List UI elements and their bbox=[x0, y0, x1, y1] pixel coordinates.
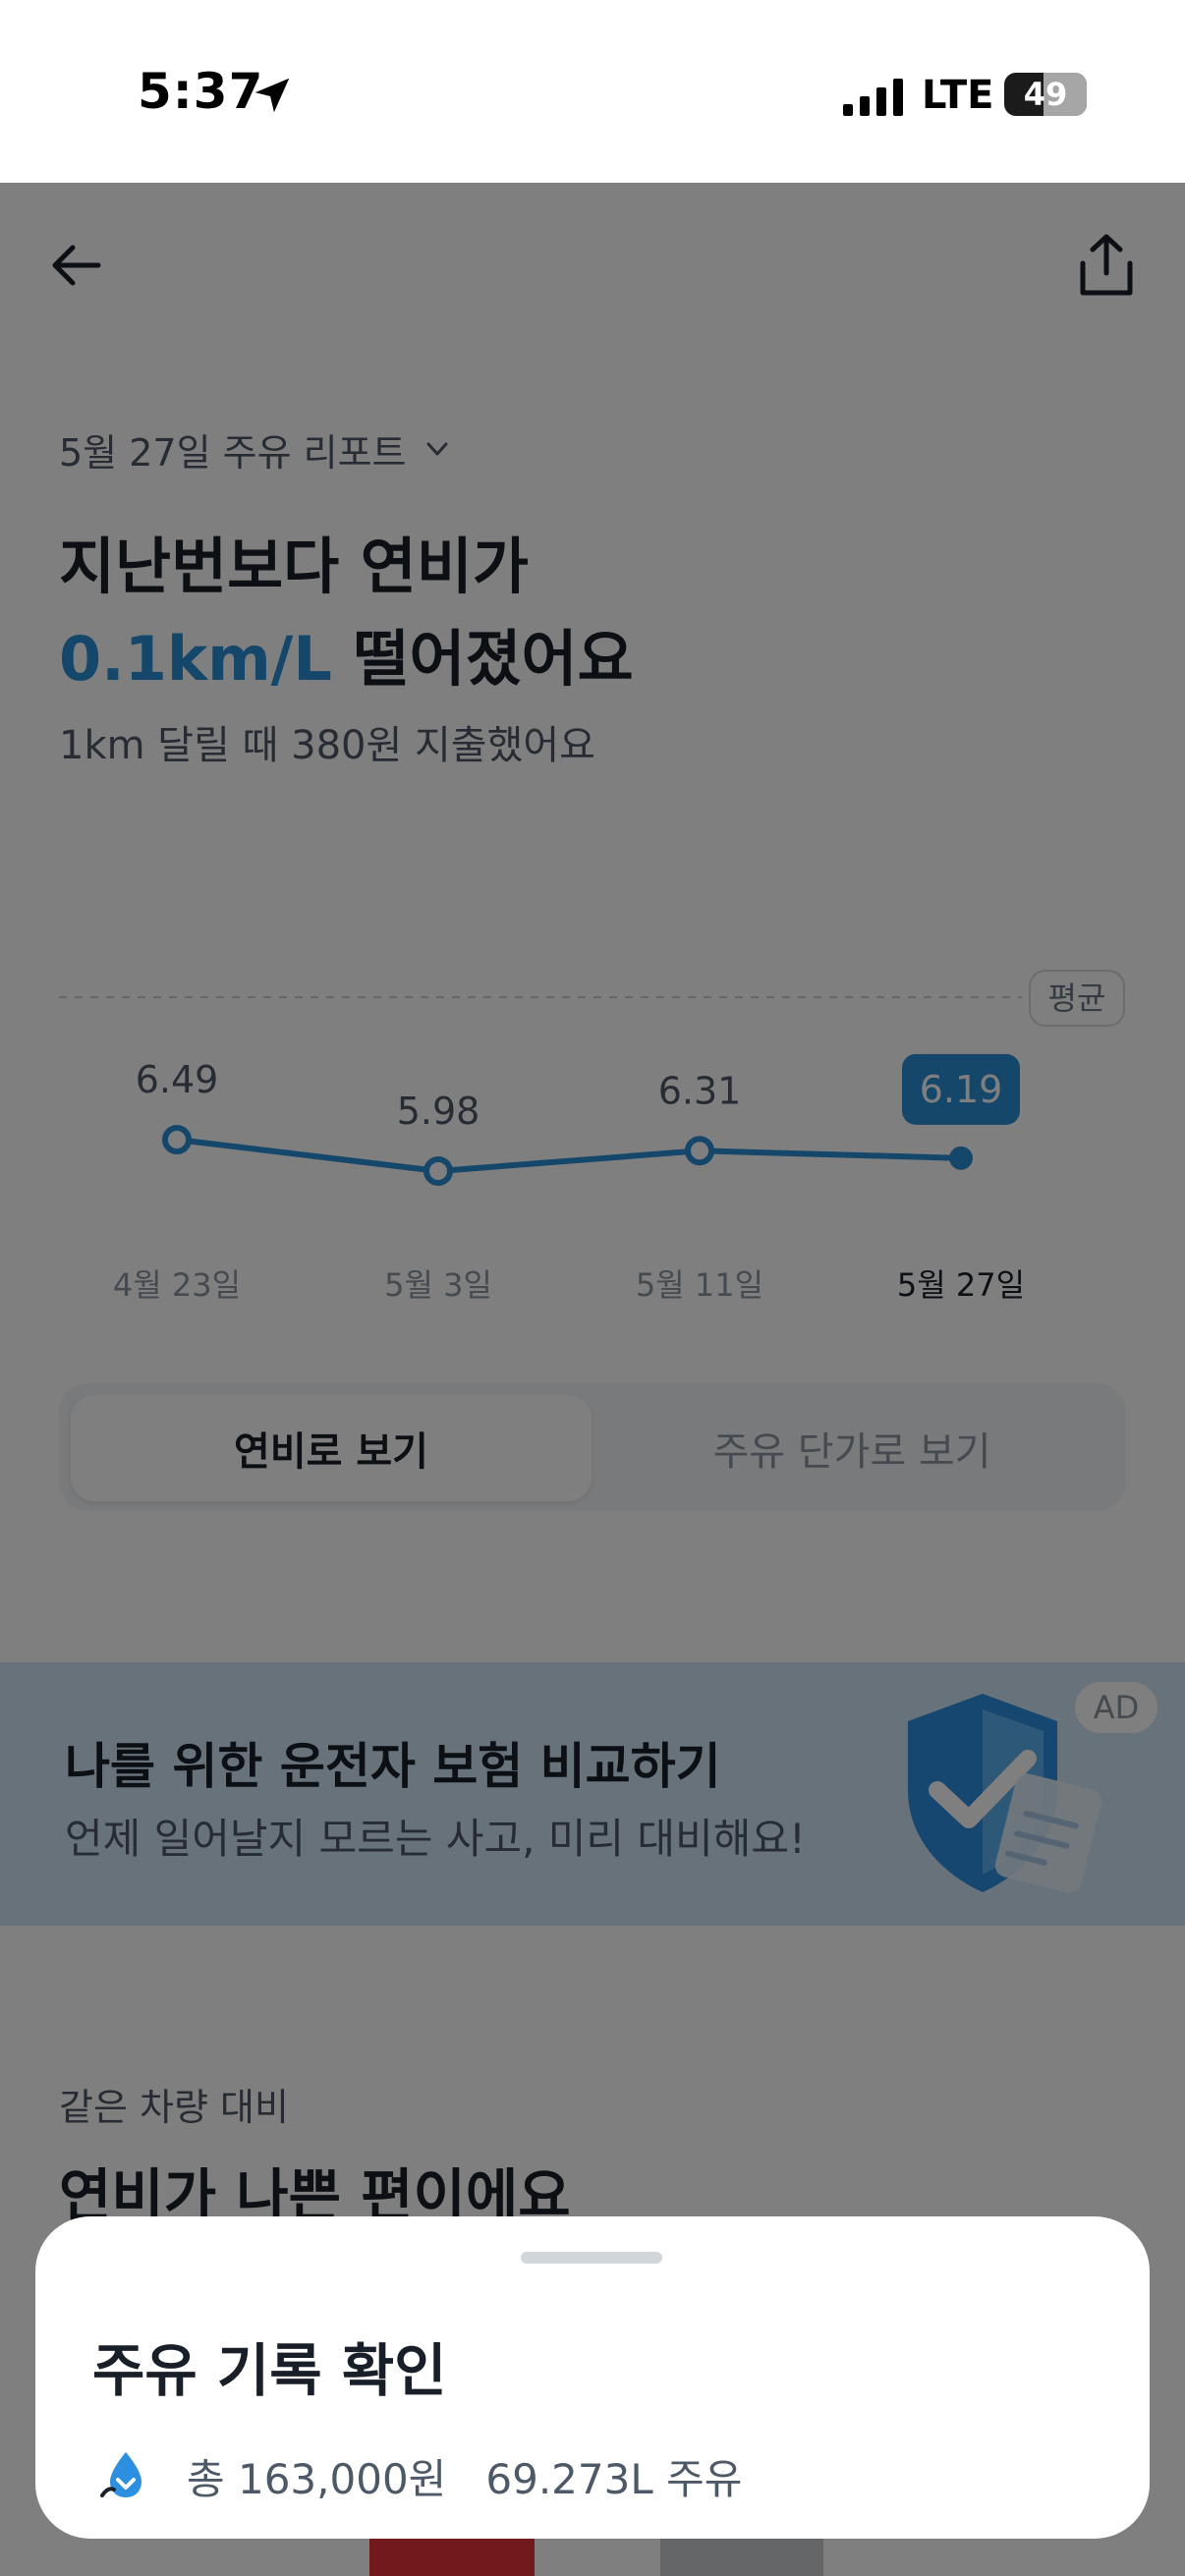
location-arrow-icon bbox=[254, 78, 290, 113]
fuel-volume: 69.273L 주유 bbox=[485, 2455, 743, 2503]
status-time: 5:37 bbox=[138, 63, 264, 120]
network-label: LTE bbox=[922, 73, 994, 118]
battery-icon: 49 bbox=[1004, 73, 1087, 116]
fuel-total-cost: 총 163,000원 bbox=[187, 2455, 447, 2503]
fuel-record-summary: 총 163,000원 69.273L 주유 bbox=[187, 2446, 742, 2506]
battery-level: 49 bbox=[1023, 76, 1068, 113]
sheet-drag-handle[interactable] bbox=[521, 2252, 662, 2264]
fuel-drop-icon bbox=[100, 2452, 141, 2497]
battery-tip bbox=[1079, 86, 1085, 102]
sheet-title: 주유 기록 확인 bbox=[92, 2337, 447, 2404]
signal-icon bbox=[843, 79, 903, 116]
